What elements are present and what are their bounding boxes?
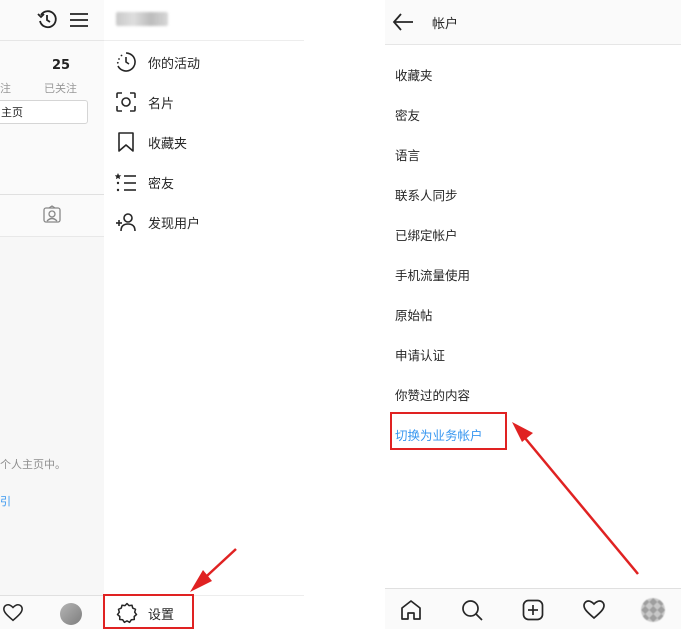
drawer-item-name-tag[interactable]: 名片 — [104, 82, 304, 122]
profile-stats: 25 注 已关注 — [0, 54, 104, 95]
account-header: 帐户 — [385, 0, 681, 45]
avatar[interactable] — [60, 603, 82, 625]
drawer-header — [104, 0, 304, 41]
account-item-close-friends[interactable]: 密友 — [395, 105, 420, 124]
profile-header — [0, 0, 104, 41]
drawer-item-close-friends[interactable]: 密友 — [104, 162, 304, 202]
empty-profile-link[interactable]: 引 — [0, 493, 11, 509]
drawer-item-label: 收藏夹 — [148, 136, 188, 152]
menu-icon[interactable] — [68, 9, 90, 31]
history-icon[interactable] — [36, 9, 58, 31]
annotation-highlight-box — [390, 412, 507, 450]
back-arrow-icon[interactable] — [391, 10, 415, 34]
profile-empty-area — [0, 237, 104, 595]
empty-profile-text: 个人主页中。 — [0, 458, 66, 471]
annotation-highlight-box — [103, 594, 194, 629]
account-item-linked-accounts[interactable]: 已绑定帐户 — [395, 225, 458, 244]
drawer-item-label: 你的活动 — [148, 56, 201, 72]
drawer-item-label: 发现用户 — [148, 216, 201, 232]
search-icon[interactable] — [460, 598, 484, 622]
close-friends-list-icon — [114, 170, 138, 194]
account-settings-page: 帐户 收藏夹 密友 语言 联系人同步 已绑定帐户 手机流量使用 原始帖 申请认证… — [385, 0, 681, 629]
account-item-original-posts[interactable]: 原始帖 — [395, 305, 433, 324]
bookmark-icon — [114, 130, 138, 154]
account-item-saved[interactable]: 收藏夹 — [395, 65, 433, 84]
edit-homepage-button[interactable]: 主页 — [0, 100, 88, 124]
drawer-item-label: 名片 — [148, 96, 175, 112]
followers-label: 注 — [0, 82, 11, 95]
account-item-request-verification[interactable]: 申请认证 — [395, 345, 445, 364]
side-drawer: 你的活动 名片 收藏夹 密友 发现用户 设置 — [104, 0, 304, 629]
account-item-cellular-data[interactable]: 手机流量使用 — [395, 265, 470, 284]
page-title: 帐户 — [432, 17, 459, 32]
bottom-nav — [385, 588, 681, 629]
account-item-liked-posts[interactable]: 你赞过的内容 — [395, 385, 470, 404]
activity-clock-icon — [114, 50, 138, 74]
name-tag-icon — [114, 90, 138, 114]
drawer-item-discover-people[interactable]: 发现用户 — [104, 202, 304, 242]
account-item-contacts-sync[interactable]: 联系人同步 — [395, 185, 458, 204]
add-post-icon[interactable] — [521, 598, 545, 622]
drawer-item-saved[interactable]: 收藏夹 — [104, 122, 304, 162]
account-item-language[interactable]: 语言 — [395, 145, 420, 164]
profile-avatar[interactable] — [641, 598, 665, 622]
following-label: 已关注 — [44, 82, 77, 95]
drawer-item-label: 密友 — [148, 176, 175, 192]
screenshot-stage: 25 注 已关注 主页 个人主页中。 引 你的活动 名片 收藏夹 密友 发现用户… — [0, 0, 696, 629]
add-user-icon — [114, 210, 138, 234]
following-count: 25 — [52, 58, 71, 73]
divider — [0, 194, 104, 195]
username-blurred — [116, 12, 168, 26]
drawer-item-activity[interactable]: 你的活动 — [104, 42, 304, 82]
heart-icon[interactable] — [582, 598, 606, 622]
home-icon[interactable] — [399, 598, 423, 622]
profile-bottom-nav — [0, 595, 104, 629]
heart-icon[interactable] — [2, 602, 24, 624]
tag-person-icon[interactable] — [42, 205, 62, 225]
profile-background-panel: 25 注 已关注 主页 个人主页中。 引 — [0, 0, 105, 629]
